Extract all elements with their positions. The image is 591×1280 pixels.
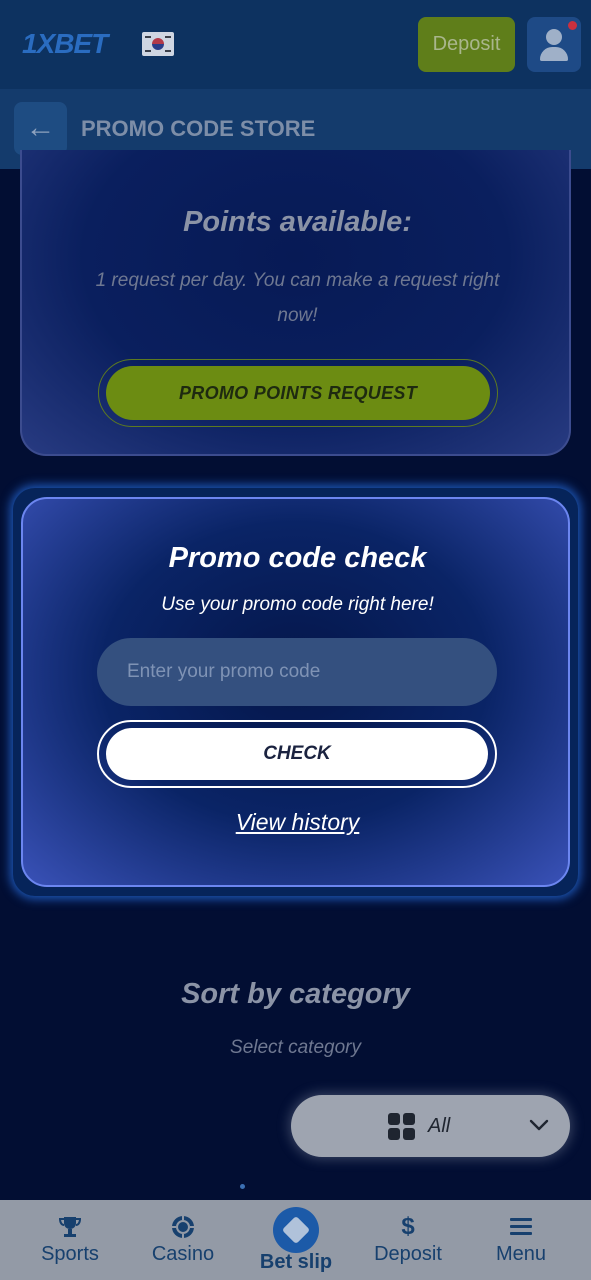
- promo-check-title: Promo code check: [168, 542, 427, 574]
- sort-subtitle: Select category: [230, 1037, 361, 1058]
- user-icon: [546, 29, 562, 45]
- brand-logo[interactable]: 1XBET: [22, 28, 108, 60]
- bottom-navigation: Sports Casino Bet slip $ Deposit Menu: [0, 1200, 591, 1280]
- chevron-down-icon: [529, 1119, 549, 1131]
- nav-label-deposit: Deposit: [374, 1243, 442, 1265]
- deposit-button[interactable]: Deposit: [418, 17, 515, 72]
- promo-points-request-wrapper: PROMO POINTS REQUEST: [98, 359, 498, 427]
- nav-item-sports[interactable]: Sports: [20, 1200, 120, 1280]
- menu-icon: [510, 1218, 532, 1235]
- category-selected-value: All: [428, 1115, 451, 1137]
- nav-label-casino: Casino: [151, 1243, 215, 1265]
- promo-points-request-button[interactable]: PROMO POINTS REQUEST: [106, 366, 490, 420]
- user-profile-button[interactable]: [527, 17, 581, 72]
- back-button[interactable]: ←: [14, 102, 67, 155]
- page-title: PROMO CODE STORE: [81, 116, 316, 141]
- scroll-indicator-dot: [240, 1184, 245, 1189]
- nav-item-menu[interactable]: Menu: [471, 1200, 571, 1280]
- nav-label-menu: Menu: [495, 1243, 547, 1265]
- points-title: Points available:: [183, 206, 412, 238]
- promo-check-subtitle: Use your promo code right here!: [161, 594, 434, 615]
- points-description: 1 request per day. You can make a reques…: [95, 270, 500, 326]
- arrow-left-icon: ←: [25, 111, 56, 144]
- notification-dot: [568, 21, 577, 30]
- korea-flag-icon[interactable]: [142, 32, 174, 56]
- grid-icon: [388, 1113, 416, 1141]
- sort-title: Sort by category: [181, 978, 410, 1010]
- nav-item-bet-slip[interactable]: Bet slip: [246, 1200, 346, 1280]
- promo-check-frame: Promo code check Use your promo code rig…: [13, 488, 578, 896]
- nav-item-casino[interactable]: Casino: [133, 1200, 233, 1280]
- nav-item-deposit[interactable]: $ Deposit: [358, 1200, 458, 1280]
- nav-label-sports: Sports: [41, 1243, 99, 1265]
- promo-code-input[interactable]: [97, 638, 497, 706]
- top-header: 1XBET Deposit: [0, 0, 591, 89]
- nav-label-bet-slip: Bet slip: [259, 1251, 333, 1273]
- dollar-icon: $: [401, 1213, 415, 1240]
- view-history-link[interactable]: View history: [23, 809, 572, 836]
- check-button[interactable]: CHECK: [106, 728, 488, 780]
- trophy-icon: [58, 1217, 82, 1237]
- check-button-wrapper: CHECK: [97, 720, 497, 788]
- ticket-icon: [273, 1207, 319, 1253]
- casino-chip-icon: [172, 1216, 194, 1238]
- points-card: Points available: 1 request per day. You…: [20, 150, 571, 456]
- category-select[interactable]: All: [291, 1095, 570, 1157]
- promo-check-card: Promo code check Use your promo code rig…: [21, 497, 570, 887]
